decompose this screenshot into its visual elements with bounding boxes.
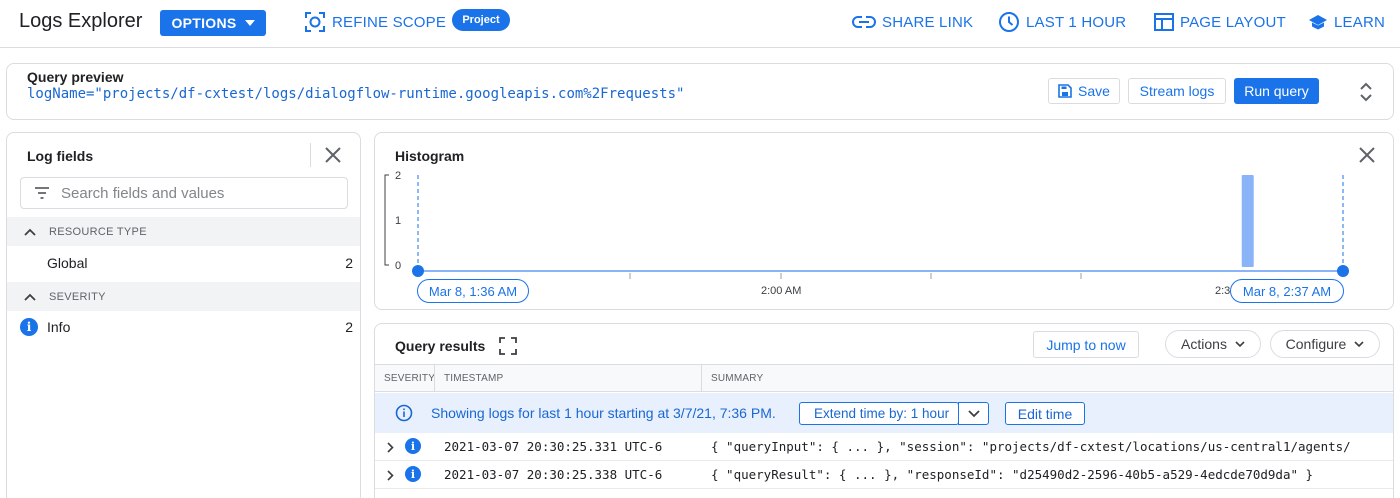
save-button[interactable]: Save	[1048, 78, 1120, 104]
column-header-summary[interactable]: SUMMARY	[711, 365, 763, 392]
query-results-title: Query results	[395, 338, 486, 354]
time-range-banner: Showing logs for last 1 hour starting at…	[375, 393, 1393, 433]
chevron-down-icon	[1235, 340, 1245, 347]
info-icon: i	[405, 438, 421, 454]
app-title: Logs Explorer	[19, 10, 143, 32]
field-count: 2	[345, 319, 353, 335]
info-icon: i	[405, 466, 421, 482]
jump-to-now-button[interactable]: Jump to now	[1033, 331, 1139, 358]
learn-button[interactable]: LEARN	[1308, 11, 1385, 33]
chevron-up-icon	[24, 293, 36, 301]
field-name: Info	[47, 319, 71, 335]
stream-logs-button[interactable]: Stream logs	[1128, 78, 1226, 104]
chevron-up-icon	[24, 228, 36, 236]
field-name: Global	[47, 255, 88, 271]
field-count: 2	[345, 255, 353, 271]
column-header-timestamp[interactable]: TIMESTAMP	[444, 365, 503, 392]
expand-collapse-icon[interactable]	[1357, 80, 1375, 104]
extend-time-label: Extend time by: 1 hour	[814, 406, 950, 421]
row-timestamp: 2021-03-07 20:30:25.331 UTC-6	[444, 439, 663, 454]
configure-label: Configure	[1285, 336, 1347, 352]
histogram-panel: Histogram 012 Mar 8, 1:36 AM 2:00 AM 2:3…	[374, 132, 1394, 310]
scope-icon	[305, 12, 325, 32]
info-icon: i	[20, 318, 38, 336]
row-summary: { "queryResult": { ... }, "responseId": …	[711, 467, 1314, 482]
page-layout-button[interactable]: PAGE LAYOUT	[1154, 11, 1286, 33]
actions-label: Actions	[1181, 336, 1227, 352]
query-preview-label: Query preview	[27, 69, 124, 85]
histogram-bar[interactable]	[1241, 175, 1254, 267]
time-tick-label-clipped: 2:3	[1215, 285, 1231, 297]
save-label: Save	[1078, 83, 1110, 99]
options-button[interactable]: OPTIONS	[160, 10, 266, 36]
query-results-panel: Query results Jump to now Actions Config…	[374, 323, 1394, 498]
caret-down-icon	[244, 20, 255, 26]
refine-scope-label: REFINE SCOPE	[332, 13, 447, 31]
range-end-label[interactable]: Mar 8, 2:37 AM	[1230, 279, 1344, 303]
field-item-info[interactable]: i Info 2	[7, 311, 360, 343]
row-timestamp: 2021-03-07 20:30:25.338 UTC-6	[444, 467, 663, 482]
table-row[interactable]: i 2021-03-07 20:30:25.331 UTC-6 { "query…	[375, 433, 1393, 461]
top-bar: Logs Explorer OPTIONS REFINE SCOPE Proje…	[0, 0, 1400, 48]
log-fields-title: Log fields	[27, 148, 94, 164]
chevron-right-icon[interactable]	[387, 442, 394, 453]
share-link-button[interactable]: SHARE LINK	[852, 11, 973, 33]
range-start-label[interactable]: Mar 8, 1:36 AM	[417, 279, 529, 303]
results-table-header: SEVERITY TIMESTAMP SUMMARY	[375, 364, 1393, 392]
extend-time-dropdown[interactable]	[958, 402, 989, 425]
banner-text: Showing logs for last 1 hour starting at…	[431, 405, 776, 421]
options-label: OPTIONS	[171, 15, 237, 31]
query-text[interactable]: logName="projects/df-cxtest/logs/dialogf…	[27, 86, 684, 102]
section-heading: RESOURCE TYPE	[49, 225, 147, 238]
field-item-global[interactable]: Global 2	[7, 247, 360, 279]
table-row[interactable]: i 2021-03-07 20:30:25.338 UTC-6 { "query…	[375, 461, 1393, 489]
section-header-resource-type[interactable]: RESOURCE TYPE	[7, 217, 360, 246]
save-icon	[1058, 84, 1072, 98]
log-fields-panel: Log fields RESOURCE TYPE Global 2 SEVERI…	[6, 132, 361, 498]
row-summary: { "queryInput": { ... }, "session": "pro…	[711, 439, 1351, 454]
y-tick-label: 1	[395, 215, 401, 227]
close-icon[interactable]	[323, 145, 343, 165]
range-end-handle[interactable]	[1337, 265, 1349, 277]
time-tick-label: 2:00 AM	[761, 285, 802, 297]
clock-icon	[999, 12, 1019, 32]
chevron-down-icon	[967, 409, 980, 417]
refine-scope-button[interactable]: REFINE SCOPE	[304, 11, 446, 33]
learn-label: LEARN	[1334, 13, 1386, 31]
y-tick-label: 0	[395, 260, 401, 272]
chevron-down-icon	[1354, 340, 1364, 347]
actions-button[interactable]: Actions	[1165, 330, 1261, 358]
school-icon	[1309, 15, 1327, 30]
column-header-severity[interactable]: SEVERITY	[384, 365, 435, 392]
time-range-label: LAST 1 HOUR	[1026, 13, 1127, 31]
section-header-severity[interactable]: SEVERITY	[7, 282, 360, 311]
divider	[310, 143, 311, 167]
chevron-right-icon[interactable]	[387, 470, 394, 481]
scope-badge: Project	[452, 9, 510, 31]
section-heading: SEVERITY	[49, 290, 106, 303]
page-layout-icon	[1154, 13, 1174, 31]
range-start-handle[interactable]	[412, 265, 424, 277]
search-fields-input[interactable]	[61, 184, 321, 202]
configure-button[interactable]: Configure	[1270, 330, 1380, 358]
y-tick-label: 2	[395, 170, 401, 182]
filter-icon	[35, 187, 49, 199]
edit-time-button[interactable]: Edit time	[1005, 402, 1085, 425]
run-query-button[interactable]: Run query	[1234, 78, 1319, 104]
share-link-label: SHARE LINK	[882, 13, 974, 31]
link-icon	[852, 16, 876, 28]
time-range-button[interactable]: LAST 1 HOUR	[998, 11, 1126, 33]
search-fields-box[interactable]	[20, 177, 348, 209]
fullscreen-icon[interactable]	[499, 337, 517, 355]
extend-time-button[interactable]: Extend time by: 1 hour	[799, 402, 959, 425]
query-preview-card: Query preview logName="projects/df-cxtes…	[6, 63, 1394, 120]
page-layout-label: PAGE LAYOUT	[1180, 13, 1286, 31]
info-outline-icon	[395, 404, 413, 422]
